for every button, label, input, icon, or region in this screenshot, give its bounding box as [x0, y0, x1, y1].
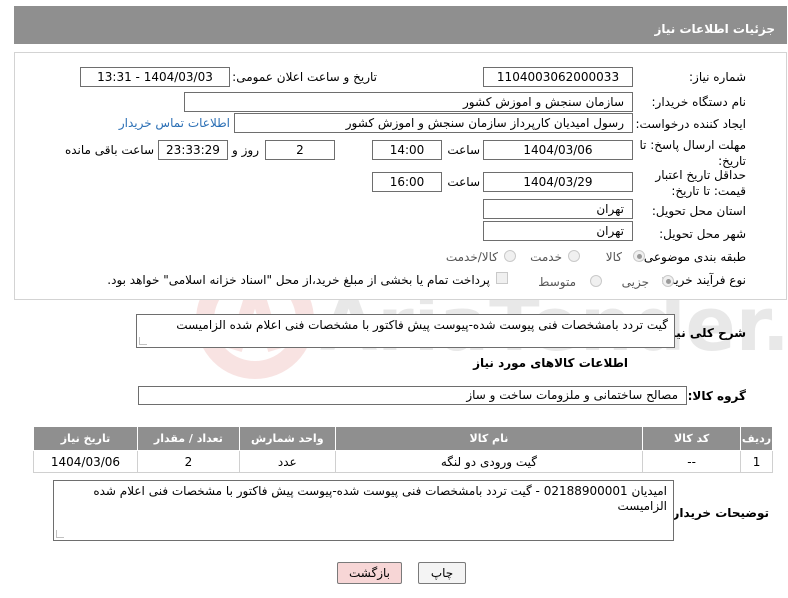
col-date: تاریخ نیاز [33, 426, 138, 451]
province-label: استان محل تحویل: [651, 204, 746, 218]
buyer-notes-textarea: امیدیان 02188900001 - گیت تردد بامشخصات … [53, 480, 674, 541]
requester-field: رسول امیدیان کارپرداز سازمان سنجش و اموز… [234, 113, 633, 133]
cell-unit: عدد [238, 450, 336, 473]
resize-grip-icon[interactable] [139, 337, 147, 345]
category-label: طبقه بندی موضوعی: [639, 250, 746, 264]
category-goods-label: کالا [605, 250, 622, 264]
process-minor-label: جزیی [621, 275, 649, 289]
back-button[interactable]: بازگشت [337, 562, 402, 584]
remaining-time-field: 23:33:29 [158, 140, 228, 160]
buyer-contact-link[interactable]: اطلاعات تماس خریدار [119, 116, 230, 130]
process-medium-label: متوسط [538, 275, 576, 289]
resize-grip-icon[interactable] [56, 530, 64, 538]
description-text: گیت تردد بامشخصات فنی پیوست شده-پیوست پی… [176, 318, 668, 332]
remaining-time-label: ساعت باقی مانده [64, 143, 154, 157]
buyer-notes-text: امیدیان 02188900001 - گیت تردد بامشخصات … [93, 484, 667, 513]
print-button[interactable]: چاپ [418, 562, 466, 584]
col-name: نام کالا [334, 426, 644, 451]
price-date-field: 1404/03/29 [483, 172, 633, 192]
reply-date-field: 1404/03/06 [483, 140, 633, 160]
cell-date: 1404/03/06 [33, 450, 138, 473]
col-row: ردیف [740, 426, 773, 451]
city-field: تهران [483, 221, 633, 241]
category-radio-goods[interactable] [633, 250, 645, 262]
goods-group-field: مصالح ساختمانی و ملزومات ساخت و ساز [138, 386, 687, 405]
goods-table: ردیف کد کالا نام کالا واحد شمارش تعداد /… [33, 426, 773, 473]
cell-name: گیت ورودی دو لنگه [334, 450, 644, 473]
buyer-notes-label: توضیحات خریدار: [667, 506, 769, 520]
reply-time-label: ساعت [447, 143, 480, 157]
goods-table-header: ردیف کد کالا نام کالا واحد شمارش تعداد /… [33, 426, 773, 451]
category-radio-goods-service[interactable] [504, 250, 516, 262]
cell-row: 1 [740, 450, 773, 473]
buyer-org-label: نام دستگاه خریدار: [651, 95, 747, 109]
need-number-field: 1104003062000033 [483, 67, 633, 87]
price-time-field: 16:00 [372, 172, 442, 192]
col-unit: واحد شمارش [238, 426, 336, 451]
col-code: کد کالا [642, 426, 742, 451]
treasury-payment-checkbox[interactable] [496, 272, 508, 284]
need-details-page: AriaTender.net جزئیات اطلاعات نیاز شماره… [0, 0, 788, 598]
table-row: 1 -- گیت ورودی دو لنگه عدد 2 1404/03/06 [33, 450, 773, 473]
days-field: 2 [265, 140, 335, 160]
description-textarea: گیت تردد بامشخصات فنی پیوست شده-پیوست پی… [136, 314, 675, 348]
col-qty: تعداد / مقدار [136, 426, 240, 451]
price-time-label: ساعت [447, 175, 480, 189]
reply-deadline-label: مهلت ارسال پاسخ: تا تاریخ: [639, 138, 746, 168]
page-header: جزئیات اطلاعات نیاز [14, 6, 787, 44]
process-radio-minor[interactable] [662, 275, 674, 287]
category-goods-service-label: کالا/خدمت [445, 250, 498, 264]
goods-group-label: گروه کالا: [687, 389, 746, 403]
buyer-org-field: سازمان سنجش و اموزش کشور [184, 92, 633, 112]
announce-date-label: تاریخ و ساعت اعلان عمومی: [232, 70, 377, 84]
reply-time-field: 14:00 [372, 140, 442, 160]
days-label: روز و [232, 143, 259, 157]
price-validity-label: حداقل تاریخ اعتبار قیمت: تا تاریخ: [655, 168, 746, 198]
process-radio-medium[interactable] [590, 275, 602, 287]
treasury-payment-note: پرداخت تمام یا بخشی از مبلغ خرید،از محل … [107, 273, 490, 287]
city-label: شهر محل تحویل: [659, 227, 746, 241]
goods-section-title: اطلاعات کالاهای مورد نیاز [473, 356, 628, 370]
announce-date-field: 1404/03/03 - 13:31 [80, 67, 230, 87]
category-radio-service[interactable] [568, 250, 580, 262]
cell-code: -- [642, 450, 742, 473]
need-number-label: شماره نیاز: [689, 70, 746, 84]
province-field: تهران [483, 199, 633, 219]
category-service-label: خدمت [530, 250, 562, 264]
requester-label: ایجاد کننده درخواست: [635, 117, 746, 131]
cell-qty: 2 [136, 450, 240, 473]
